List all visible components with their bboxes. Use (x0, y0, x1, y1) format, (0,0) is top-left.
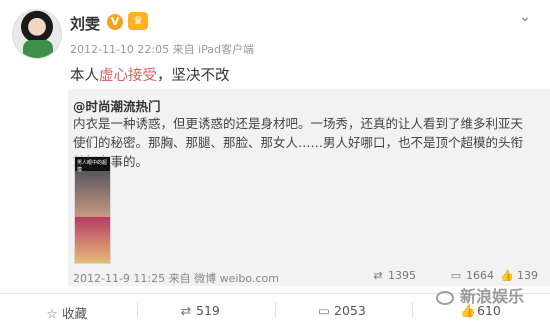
original-like-number: 139 (517, 269, 538, 282)
comment-icon: ▭ (450, 269, 462, 282)
action-separator (412, 302, 413, 318)
original-repost-number: 1395 (388, 269, 416, 282)
original-image-thumbnail[interactable]: 男人眼中的超模 (74, 156, 111, 264)
original-comment-count[interactable]: ▭ 1664 (449, 269, 494, 282)
post-meta: 2012-11-10 22:05 来自 iPad客户端 (70, 43, 255, 56)
content-text-after: ，坚决不改 (157, 68, 230, 84)
post-content: 本人虚心接受，坚决不改 (70, 64, 230, 85)
original-user-link[interactable]: @时尚潮流热门 (73, 96, 161, 115)
original-post-text: 内衣是一种诱惑，但更诱惑的还是身材吧。一场秀，还真的让人看到了维多利亚天使们的秘… (73, 116, 524, 169)
user-name[interactable]: 刘雯 (70, 13, 100, 34)
user-avatar[interactable] (12, 9, 62, 59)
chevron-down-icon[interactable]: ⌄ (516, 10, 534, 24)
action-separator (137, 302, 138, 318)
content-text-before: 本人 (70, 68, 99, 84)
original-post-meta: 2012-11-9 11:25 来自 微博 weibo.com (73, 272, 279, 285)
original-like-count[interactable]: 👍 139 (500, 269, 538, 282)
action-separator (275, 302, 276, 318)
original-repost-count[interactable]: ⇄ 1395 (371, 269, 416, 282)
repost-icon: ⇄ (373, 269, 383, 282)
comment-count: 2053 (334, 303, 366, 318)
verified-badge-icon: V (107, 14, 123, 30)
vip-crown-icon: ♛ (128, 12, 148, 30)
repost-box: @时尚潮流热门 内衣是一种诱惑，但更诱惑的还是身材吧。一场秀，还真的让人看到了维… (68, 89, 550, 286)
thumbs-up-icon: 👍 (500, 269, 514, 282)
repost-count: 519 (196, 303, 220, 318)
thumbnail-caption: 男人眼中的超模 (77, 160, 108, 173)
content-highlight: 虚心接受 (99, 68, 157, 84)
repost-icon: ⇄ (180, 303, 192, 318)
like-button[interactable]: 👍610 (460, 303, 501, 319)
repost-button[interactable]: ⇄ 519 (179, 303, 220, 318)
star-icon: ☆ (46, 306, 58, 321)
like-count: 610 (477, 303, 501, 318)
favorite-label: 收藏 (62, 306, 88, 321)
weibo-post: 刘雯 V ♛ 2012-11-10 22:05 来自 iPad客户端 ⌄ 本人虚… (0, 0, 550, 323)
thumbs-up-icon: 👍 (460, 303, 476, 318)
action-bar: ☆ 收藏 ⇄ 519 ▭ 2053 👍610 (0, 294, 550, 323)
favorite-button[interactable]: ☆ 收藏 (45, 303, 87, 322)
comment-button[interactable]: ▭ 2053 (317, 303, 366, 318)
original-comment-number: 1664 (466, 269, 494, 282)
comment-icon: ▭ (318, 303, 330, 318)
